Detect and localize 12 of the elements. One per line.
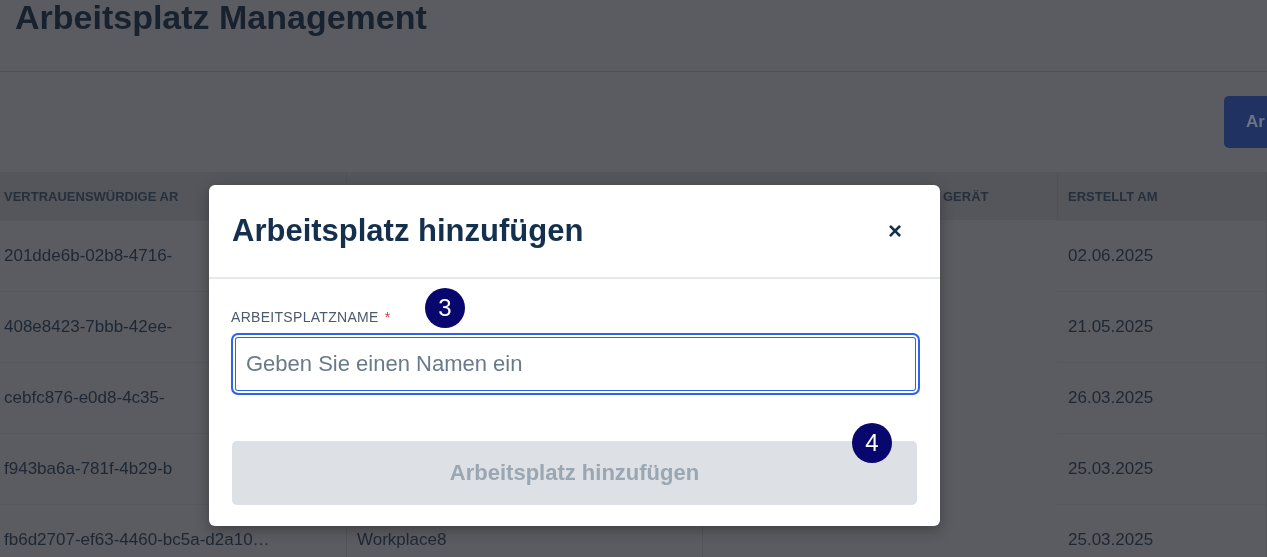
table-cell: 21.05.2025: [1058, 291, 1267, 362]
required-mark: *: [384, 309, 391, 325]
step-badge: 4: [852, 423, 892, 463]
table-cell: 26.03.2025: [1058, 362, 1267, 433]
close-button[interactable]: ×: [884, 217, 906, 245]
name-input-field[interactable]: Geben Sie einen Namen ein: [231, 333, 920, 395]
page-title: Arbeitsplatz Management: [15, 0, 428, 34]
step-badge: 3: [425, 288, 465, 328]
table-cell: 02.06.2025: [1058, 220, 1267, 291]
table-cell: 25.03.2025: [1058, 433, 1267, 504]
table-cell: 25.03.2025: [1058, 504, 1267, 557]
add-workplace-button[interactable]: Ar: [1224, 96, 1267, 148]
